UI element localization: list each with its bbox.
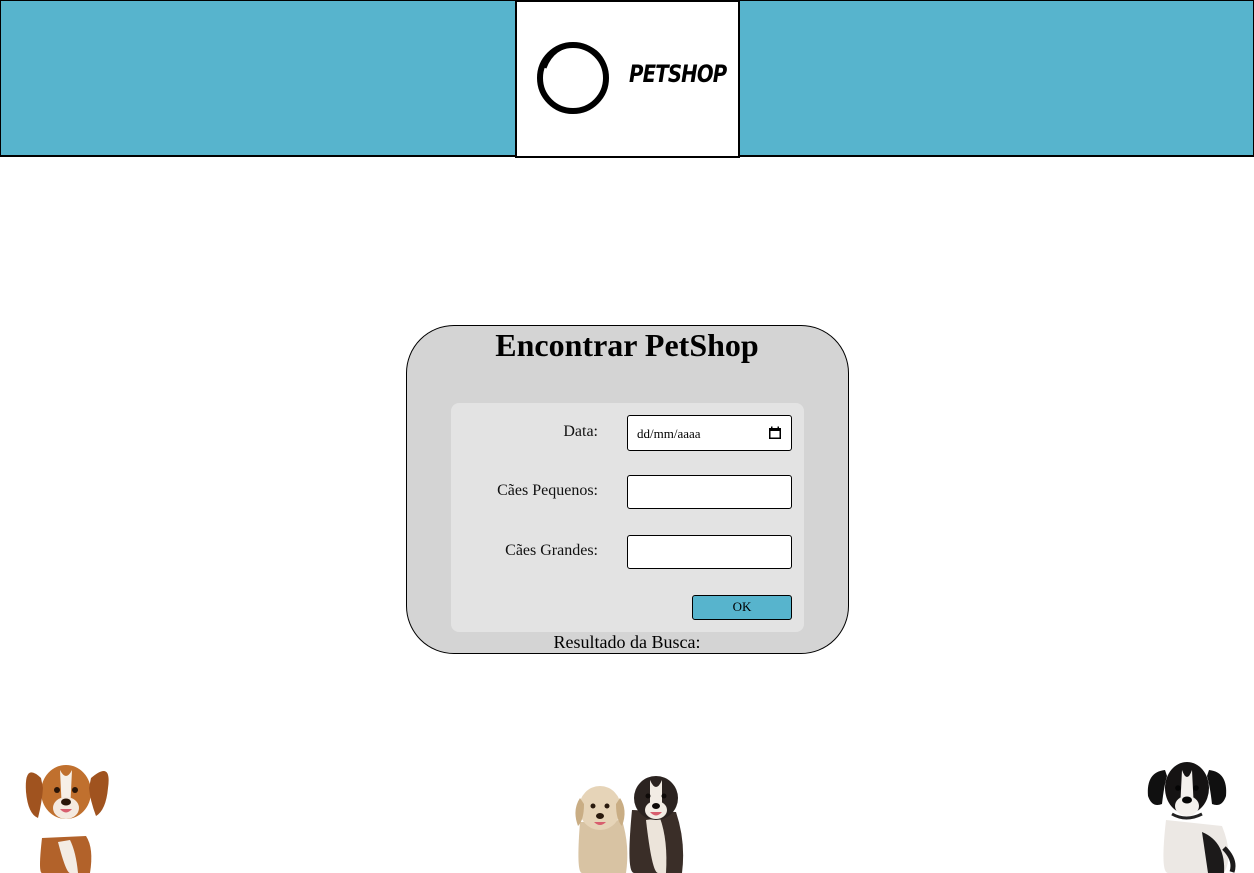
- calendar-icon[interactable]: [768, 426, 782, 440]
- date-label: Data:: [563, 423, 598, 440]
- dogs-center-image: [575, 776, 684, 873]
- search-result-label: Resultado da Busca:: [553, 632, 701, 652]
- ok-button[interactable]: OK: [692, 595, 792, 620]
- page-title: Encontrar PetShop: [495, 327, 759, 363]
- logo[interactable]: PETSHOP: [515, 0, 740, 158]
- logo-ring-icon: [537, 42, 609, 114]
- date-input[interactable]: dd/mm/aaaa: [627, 415, 792, 451]
- large-dogs-label: Cães Grandes:: [505, 542, 598, 559]
- logo-text: PETSHOP: [629, 60, 727, 88]
- small-dogs-label: Cães Pequenos:: [497, 482, 598, 499]
- dog-right-image: [1147, 762, 1236, 873]
- date-placeholder: dd/mm/aaaa: [637, 426, 701, 441]
- small-dogs-input[interactable]: [627, 475, 792, 509]
- dog-left-image: [25, 765, 109, 873]
- large-dogs-input[interactable]: [627, 535, 792, 569]
